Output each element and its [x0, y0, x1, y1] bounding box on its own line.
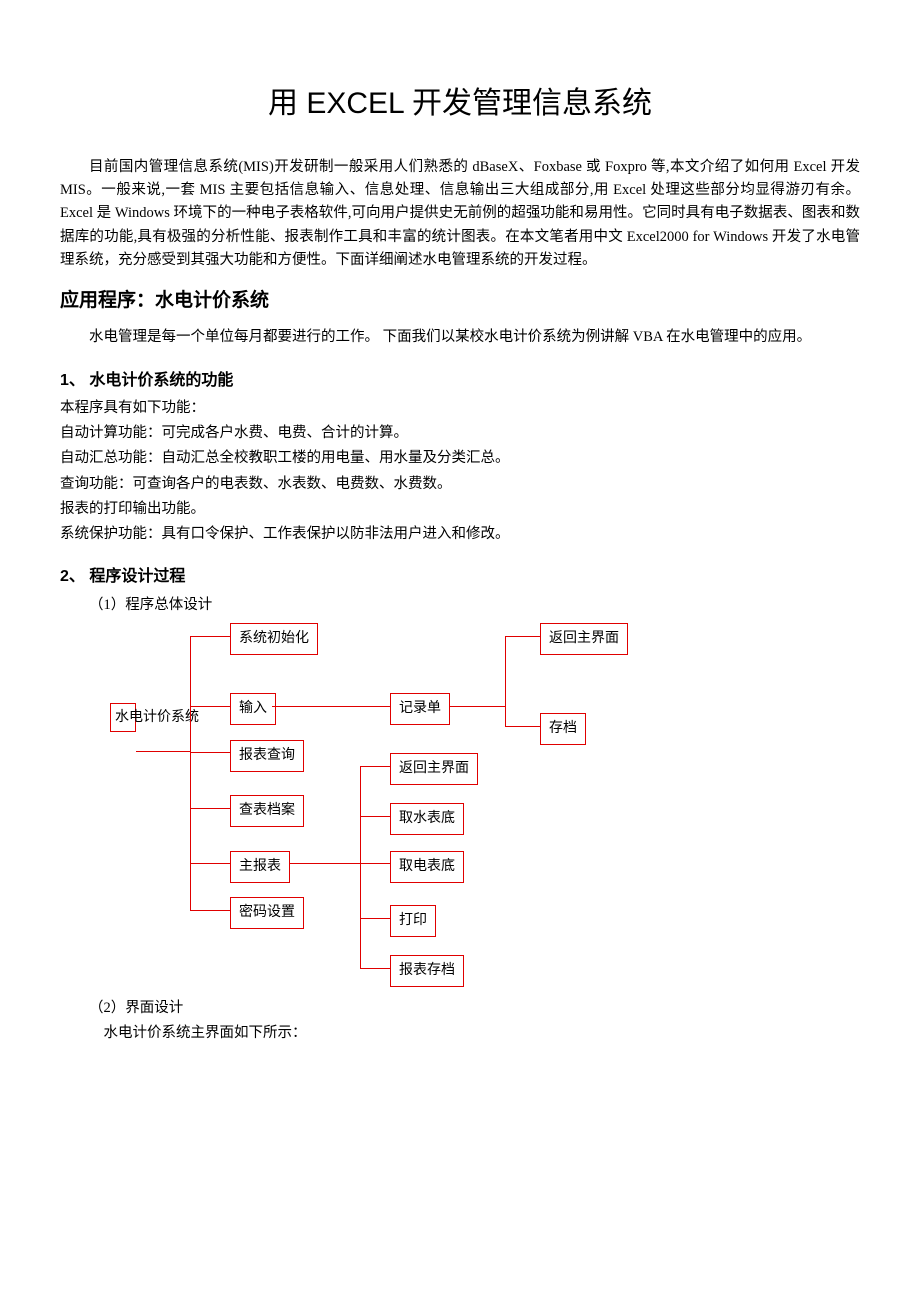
node-elec: 取电表底: [390, 851, 464, 883]
page-title: 用 EXCEL 开发管理信息系统: [60, 80, 860, 128]
app-intro: 水电管理是每一个单位每月都要进行的工作。 下面我们以某校水电计价系统为例讲解 V…: [60, 326, 860, 349]
intro-text: 目前国内管理信息系统(MIS)开发研制一般采用人们熟悉的 dBaseX、Foxb…: [60, 156, 860, 272]
node-return3: 返回主界面: [540, 623, 628, 655]
node-init: 系统初始化: [230, 623, 318, 655]
app-heading: 应用程序：水电计价系统: [60, 286, 860, 316]
s2-line2: （2）界面设计: [60, 997, 860, 1020]
s1-line4: 报表的打印输出功能。: [60, 498, 860, 521]
s1-line3: 查询功能：可查询各户的电表数、水表数、电费数、水费数。: [60, 473, 860, 496]
node-water: 取水表底: [390, 803, 464, 835]
node-save3: 存档: [540, 713, 586, 745]
s2-line3: 水电计价系统主界面如下所示：: [60, 1022, 860, 1045]
s1-line1: 自动计算功能：可完成各户水费、电费、合计的计算。: [60, 422, 860, 445]
s1-line2: 自动汇总功能：自动汇总全校教职工楼的用电量、用水量及分类汇总。: [60, 447, 860, 470]
s2-line1: （1）程序总体设计: [60, 594, 860, 617]
node-return2: 返回主界面: [390, 753, 478, 785]
s1-line0: 本程序具有如下功能：: [60, 397, 860, 420]
node-save: 报表存档: [390, 955, 464, 987]
intro-block: 目前国内管理信息系统(MIS)开发研制一般采用人们熟悉的 dBaseX、Foxb…: [60, 156, 860, 272]
section2-heading: 2、 程序设计过程: [60, 564, 860, 590]
section1-heading: 1、 水电计价系统的功能: [60, 368, 860, 394]
node-print: 打印: [390, 905, 436, 937]
node-input: 输入: [230, 693, 276, 725]
node-record: 记录单: [390, 693, 450, 725]
flow-diagram: 水电计价系统 系统初始化 输入 报表查询 查表档案 主报表 密码设置 记录单 返…: [100, 623, 700, 993]
node-archive: 查表档案: [230, 795, 304, 827]
node-root: 水电计价系统: [110, 703, 136, 732]
node-main: 主报表: [230, 851, 290, 883]
node-query: 报表查询: [230, 740, 304, 772]
s1-line5: 系统保护功能：具有口令保护、工作表保护以防非法用户进入和修改。: [60, 523, 860, 546]
node-password: 密码设置: [230, 897, 304, 929]
